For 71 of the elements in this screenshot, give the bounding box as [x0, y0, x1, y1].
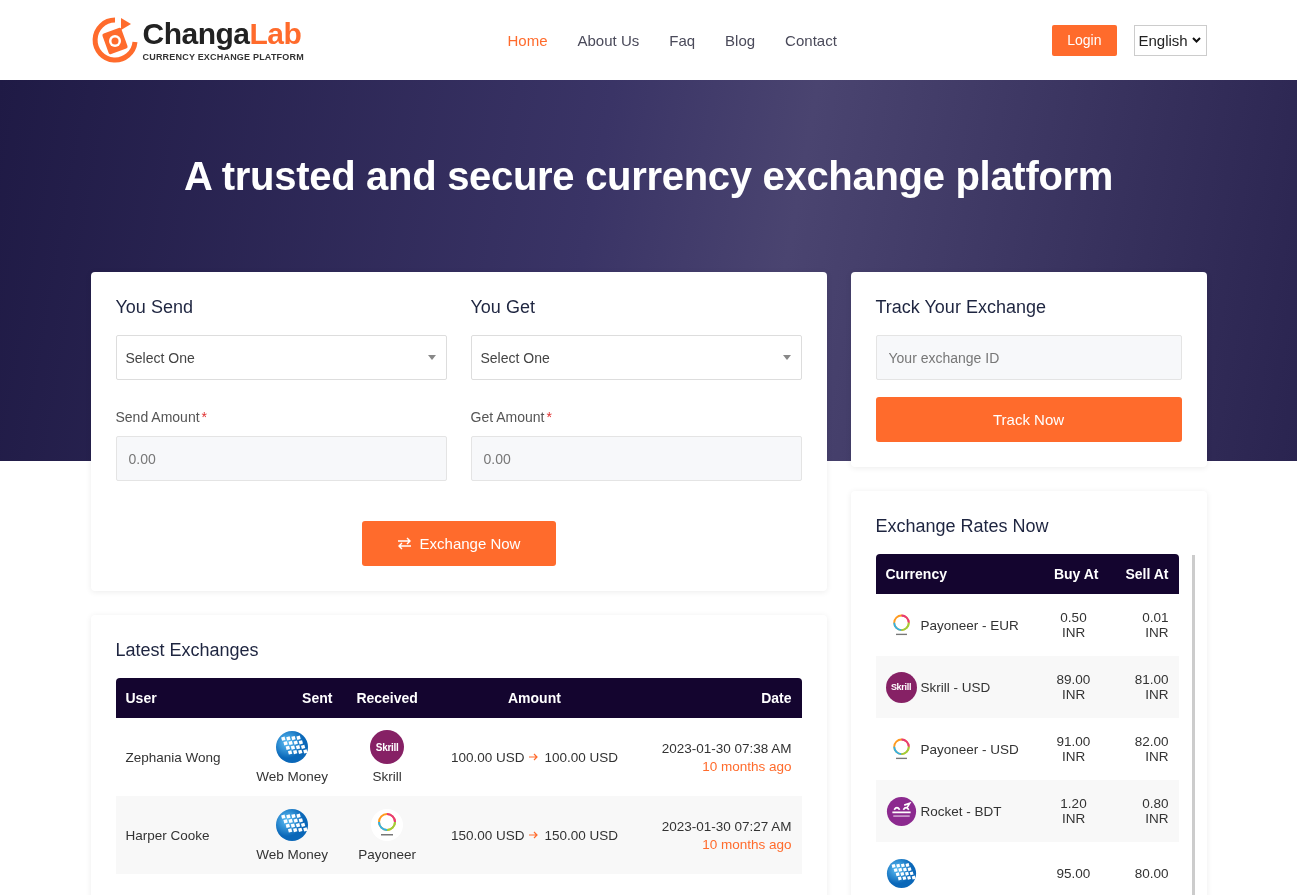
amount-input[interactable]: 0.00 [470, 436, 802, 481]
sell-rate: 0.80 INR [1108, 780, 1179, 842]
section-label: You Send [115, 297, 194, 318]
nav-link[interactable]: Contact [785, 31, 837, 49]
currency-name: Payoneer - EUR [920, 617, 1019, 633]
nav-link[interactable]: Faq [669, 31, 696, 49]
caret-icon [427, 355, 436, 360]
exchange-date: 2023-01-30 07:38 AM [660, 740, 792, 756]
buy-rate: 1.20 INR [1038, 780, 1109, 842]
scrollbar[interactable] [1191, 555, 1195, 895]
column-header: Currency [875, 554, 1039, 594]
column-header: Date [637, 678, 802, 718]
user-name: Zephania Wong [125, 749, 221, 765]
exchange-date: 2023-01-30 07:27 AM [660, 818, 792, 834]
relative-time: 10 months ago [701, 758, 792, 774]
column-header: Buy At [1038, 554, 1109, 594]
gateway-name: Web Money [256, 769, 328, 784]
column-header: Received [342, 678, 432, 718]
nav-link[interactable]: Blog [725, 31, 756, 49]
received-amount: 100.00 USD [544, 749, 618, 765]
brand-tagline: CURRENCY EXCHANGE PLATFORM [142, 51, 304, 62]
globe-icon [885, 857, 917, 889]
swap-icon [396, 537, 412, 550]
skrill-logo: Skrill [885, 671, 917, 703]
relative-time: 10 months ago [701, 836, 792, 852]
card-title: Exchange Rates Now [875, 516, 1050, 537]
currency-select[interactable]: Select One [115, 335, 447, 380]
caret-icon [1191, 37, 1201, 43]
column-header: Sent [241, 678, 343, 718]
arrow-right-icon [529, 831, 540, 839]
buy-rate: 89.00 INR [1038, 656, 1109, 718]
globe-icon [275, 730, 310, 764]
ring-logo-icon [370, 808, 405, 842]
brand-name: ChangaLab [142, 18, 303, 49]
caret-icon [782, 355, 791, 360]
rocket-logo-icon [885, 795, 917, 827]
language-select[interactable]: English [1133, 24, 1207, 56]
card-title: Latest Exchanges [115, 640, 260, 661]
globe-icon [275, 808, 310, 842]
amount-input[interactable]: 0.00 [115, 436, 447, 481]
logo-icon [90, 16, 139, 64]
buy-rate: 0.50 INR [1038, 594, 1109, 656]
gateway-name: Payoneer [358, 847, 417, 862]
hero-title: A trusted and secure currency exchange platform [182, 154, 1115, 199]
user-name: Harper Cooke [125, 827, 210, 843]
column-header: Amount [431, 678, 638, 718]
sell-rate: 80.00 [1108, 842, 1179, 895]
currency-name: Skrill - USD [920, 679, 991, 695]
sent-amount: 100.00 USD [450, 749, 525, 765]
sell-rate: 82.00 INR [1108, 718, 1179, 780]
gateway-name: Skrill [372, 769, 402, 784]
skrill-logo: Skrill [370, 730, 405, 764]
sell-rate: 0.01 INR [1108, 594, 1179, 656]
received-amount: 150.00 USD [544, 827, 618, 843]
field-label: Send Amount* [115, 409, 208, 425]
gateway-name: Web Money [256, 847, 328, 862]
column-header: User [115, 678, 242, 718]
currency-name: Rocket - BDT [920, 803, 1002, 819]
buy-rate: 91.00 INR [1038, 718, 1109, 780]
column-header: Sell At [1108, 554, 1179, 594]
exchange-id-input[interactable]: Your exchange ID [875, 335, 1182, 380]
currency-name: Payoneer - USD [920, 741, 1019, 757]
card-title: Track Your Exchange [875, 297, 1047, 318]
buy-rate: 95.00 [1038, 842, 1109, 895]
sell-rate: 81.00 INR [1108, 656, 1179, 718]
section-label: You Get [470, 297, 536, 318]
arrow-right-icon [529, 753, 540, 761]
sent-amount: 150.00 USD [450, 827, 525, 843]
currency-select[interactable]: Select One [470, 335, 802, 380]
field-label: Get Amount* [470, 409, 553, 425]
nav-link[interactable]: About Us [577, 31, 640, 49]
